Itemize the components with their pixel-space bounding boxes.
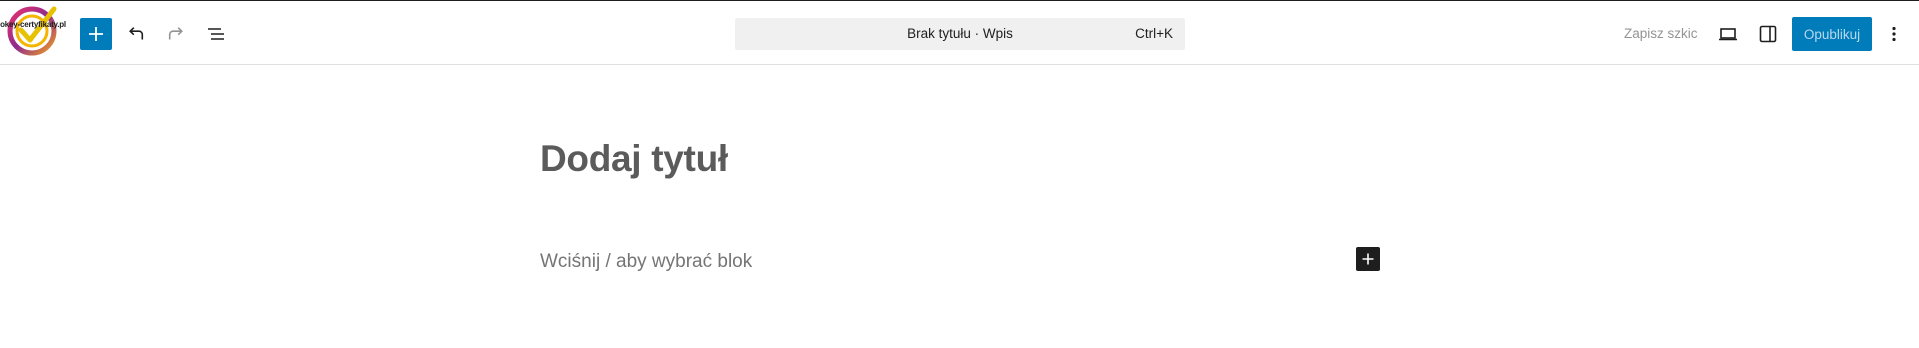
save-draft-button[interactable]: Zapisz szkic — [1612, 18, 1710, 50]
undo-icon — [129, 27, 144, 40]
redo-icon — [168, 27, 183, 40]
undo-button[interactable] — [118, 16, 154, 52]
plus-icon — [1362, 253, 1374, 265]
logo-icon — [7, 6, 57, 56]
options-button[interactable] — [1878, 16, 1910, 52]
sidebar-settings-icon — [1759, 25, 1777, 43]
settings-button[interactable] — [1750, 16, 1786, 52]
editor-header: okey-certyfikaty.pl Brak tytułu · Wpis C… — [0, 0, 1919, 65]
add-block-button[interactable] — [80, 18, 112, 50]
publish-button[interactable]: Opublikuj — [1792, 17, 1872, 51]
document-title: Brak tytułu · Wpis — [907, 26, 1013, 41]
more-vertical-icon — [1892, 26, 1896, 42]
block-inserter-button[interactable] — [1356, 247, 1380, 271]
list-view-icon — [208, 28, 224, 40]
redo-button[interactable] — [158, 16, 194, 52]
desktop-preview-icon — [1719, 28, 1737, 41]
command-palette-bar[interactable]: Brak tytułu · Wpis Ctrl+K — [735, 18, 1185, 50]
document-overview-button[interactable] — [198, 16, 234, 52]
preview-button[interactable] — [1710, 16, 1746, 52]
post-title-input[interactable]: Dodaj tytuł — [540, 138, 728, 180]
keyboard-shortcut: Ctrl+K — [1135, 26, 1173, 41]
default-block-appender[interactable]: Wciśnij / aby wybrać blok — [540, 251, 752, 273]
logo-label: okey-certyfikaty.pl — [0, 20, 66, 29]
plus-icon — [89, 27, 103, 41]
